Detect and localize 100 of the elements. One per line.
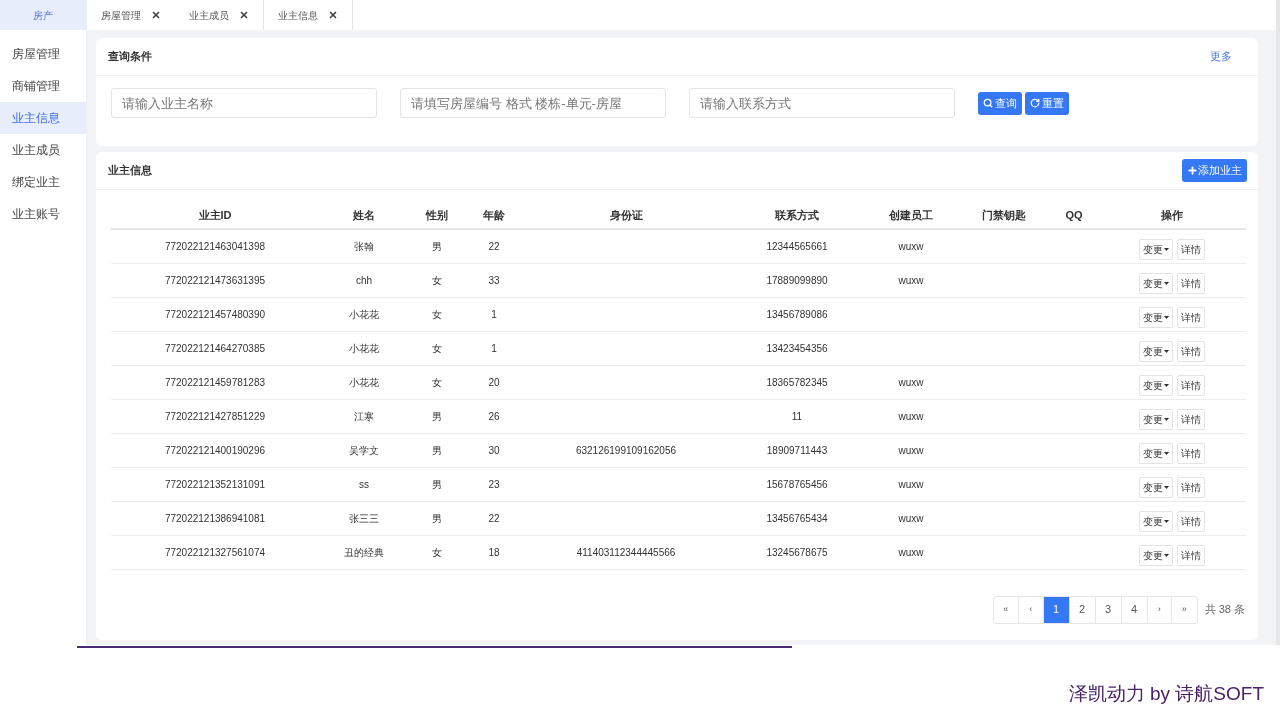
first-page-button[interactable]: « [993,596,1019,623]
table-cell: 772022121327561074 [111,535,319,569]
tab[interactable]: 业主信息 [263,0,353,30]
column-header: QQ [1051,203,1097,229]
caret-icon [1163,485,1169,489]
table-cell: 33 [465,263,523,297]
close-icon[interactable] [239,10,249,20]
table-cell: 772022121459781283 [111,365,319,399]
input-field[interactable]: 请输入业主名称 [111,88,377,118]
table-cell: 772022121457480390 [111,297,319,331]
change-dropdown-button[interactable]: 变更 [1138,306,1173,328]
table-cell: 411403112344445566 [523,535,729,569]
table-cell: 15678765456 [729,467,865,501]
table-cell: 772022121427851229 [111,399,319,433]
page-button[interactable]: 4 [1121,596,1148,623]
change-dropdown-button[interactable]: 变更 [1138,238,1173,260]
previous-page-button[interactable]: ‹ [1018,596,1044,623]
table-cell: 18909711443 [729,433,865,467]
change-dropdown-button[interactable]: 变更 [1138,374,1173,396]
sidebar-item[interactable]: 房屋管理 [0,38,86,70]
next-page-button[interactable]: › [1147,596,1172,623]
table-cell: 22 [465,501,523,535]
table-cell: 20 [465,365,523,399]
table-cell: 772022121352131091 [111,467,319,501]
change-dropdown-button[interactable]: 变更 [1138,544,1173,566]
table-cell: 18365782345 [729,365,865,399]
sidebar-item[interactable]: 业主信息 [0,102,86,134]
footer-text: 泽凯动力 by 诗航SOFT [1068,681,1264,706]
sidebar-item[interactable]: 业主账号 [0,198,86,230]
column-header: 身份证 [523,203,729,229]
detail-button[interactable]: 详情 [1176,476,1205,498]
query-button[interactable]: 查询 [978,91,1022,115]
more-link[interactable]: 更多 [1210,48,1232,65]
column-header: 年龄 [465,203,523,229]
table-cell: 772022121463041398 [111,229,319,263]
table-cell: 小花花 [319,365,409,399]
page-button[interactable]: 1 [1043,596,1070,623]
detail-button[interactable]: 详情 [1176,510,1205,532]
table-cell: 男 [409,399,465,433]
table-cell: 张三三 [319,501,409,535]
table-cell: wuxw [865,365,957,399]
table-cell: 772022121400190296 [111,433,319,467]
detail-button[interactable]: 详情 [1176,340,1205,362]
caret-icon [1163,417,1169,421]
caret-icon [1163,451,1169,455]
input-field[interactable]: 请输入联系方式 [689,88,955,118]
table-cell: 江寒 [319,399,409,433]
detail-button[interactable]: 详情 [1176,408,1205,430]
table-cell: 女 [409,535,465,569]
table-cell: 13456789086 [729,297,865,331]
change-dropdown-button[interactable]: 变更 [1138,340,1173,362]
detail-button[interactable]: 详情 [1176,272,1205,294]
sidebar-item[interactable]: 业主成员 [0,134,86,166]
table-cell: 772022121473631395 [111,263,319,297]
table-cell: 男 [409,467,465,501]
table-cell: 女 [409,365,465,399]
table-cell: 26 [465,399,523,433]
reset-button[interactable]: 重置 [1025,91,1069,115]
close-icon[interactable] [328,10,338,20]
table-cell: 772022121386941081 [111,501,319,535]
column-header: 联系方式 [729,203,865,229]
table-cell: 男 [409,229,465,263]
table-cell: 22 [465,229,523,263]
change-dropdown-button[interactable]: 变更 [1138,442,1173,464]
column-header: 性别 [409,203,465,229]
detail-button[interactable]: 详情 [1176,374,1205,396]
change-dropdown-button[interactable]: 变更 [1138,272,1173,294]
table-cell: 13423454356 [729,331,865,365]
table-cell: 张翰 [319,229,409,263]
sidebar-item[interactable]: 商铺管理 [0,70,86,102]
table-cell: wuxw [865,433,957,467]
table-cell: wuxw [865,535,957,569]
detail-button[interactable]: 详情 [1176,442,1205,464]
add-button[interactable]: 添加业主 [1182,159,1247,182]
detail-button[interactable]: 详情 [1176,238,1205,260]
page-button[interactable]: 3 [1095,596,1122,623]
detail-button[interactable]: 详情 [1176,544,1205,566]
input-field[interactable]: 请填写房屋编号 格式 楼栋-单元-房屋 [400,88,666,118]
sidebar-item[interactable]: 绑定业主 [0,166,86,198]
last-page-button[interactable]: » [1171,596,1197,623]
table-cell: 女 [409,263,465,297]
plus-icon [1187,165,1198,176]
change-dropdown-button[interactable]: 变更 [1138,510,1173,532]
change-dropdown-button[interactable]: 变更 [1138,408,1173,430]
column-header: 操作 [1097,203,1246,229]
table-cell: wuxw [865,263,957,297]
change-dropdown-button[interactable]: 变更 [1138,476,1173,498]
detail-button[interactable]: 详情 [1176,306,1205,328]
caret-icon [1163,553,1169,557]
close-icon[interactable] [151,10,161,20]
table-cell: 772022121464270385 [111,331,319,365]
table-cell: wuxw [865,501,957,535]
table-cell: ss [319,467,409,501]
table-cell: 17889099890 [729,263,865,297]
column-header: 门禁钥匙 [957,203,1051,229]
column-header: 业主ID [111,203,319,229]
caret-icon [1163,281,1169,285]
page-button[interactable]: 2 [1069,596,1096,623]
refresh-icon [1030,98,1040,108]
table-cell: 1 [465,331,523,365]
